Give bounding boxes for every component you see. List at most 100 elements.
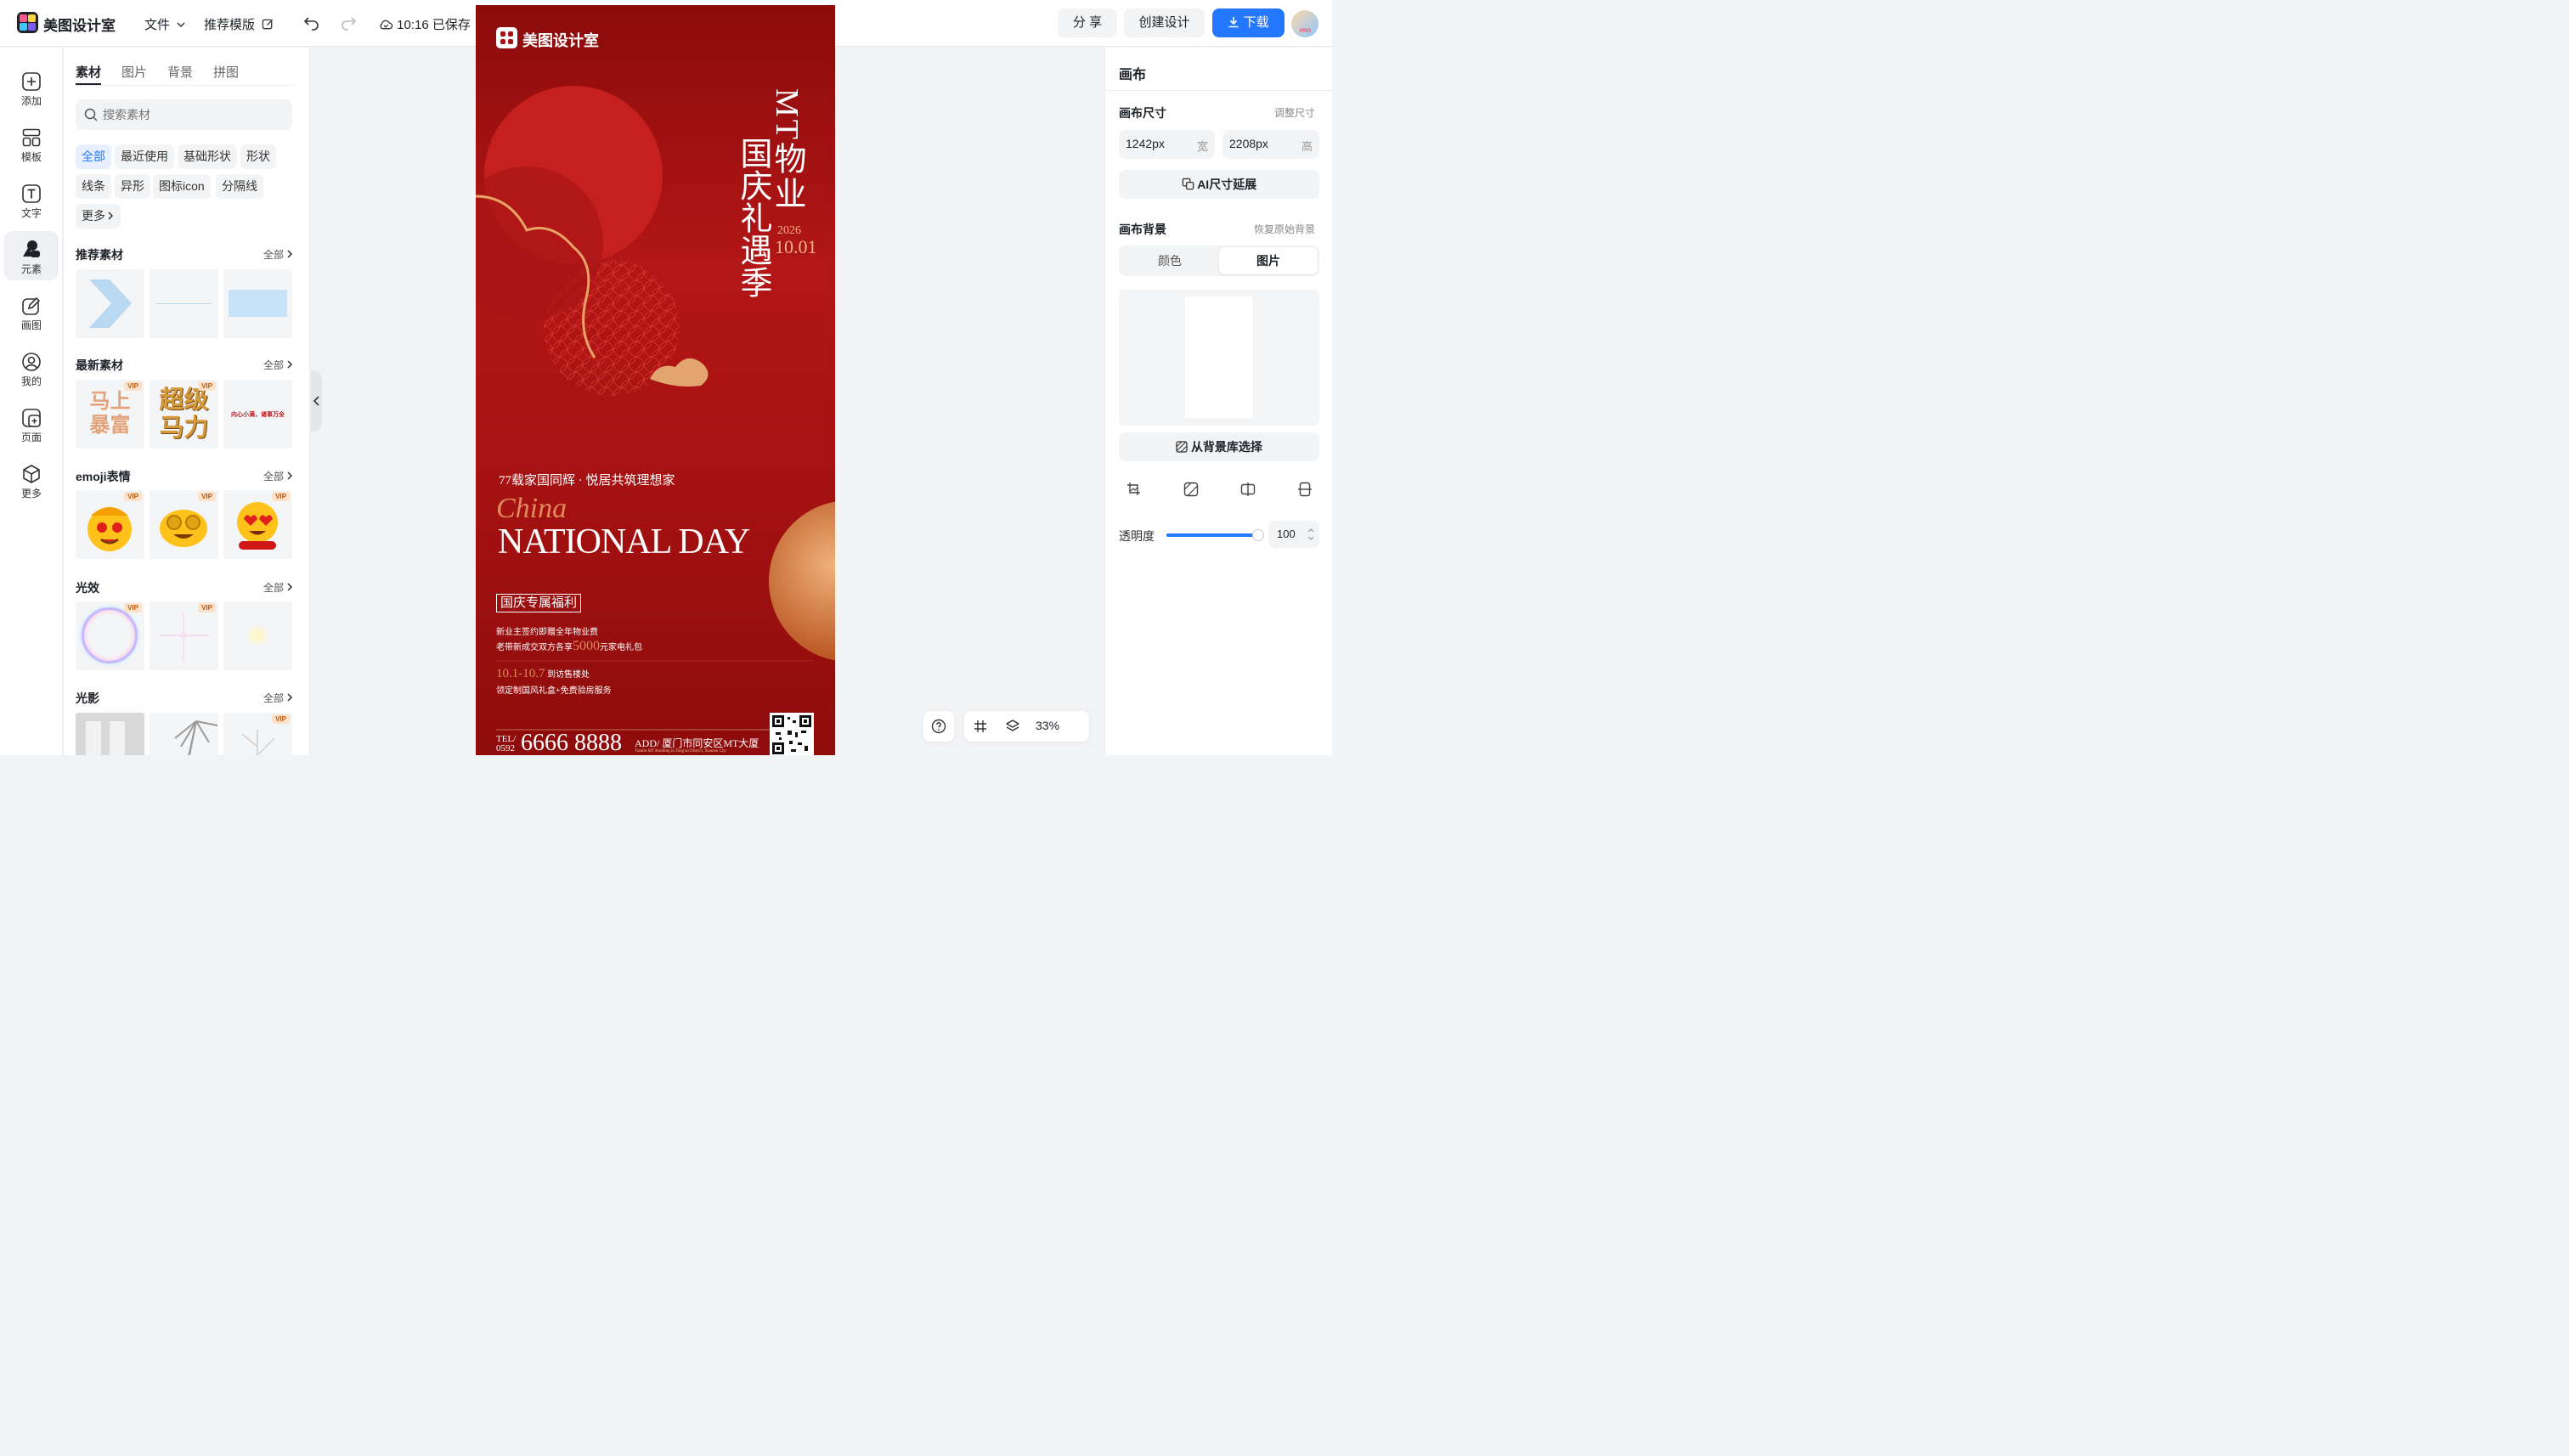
width-field[interactable]: 1242px 宽 <box>1119 130 1215 159</box>
share-button[interactable]: 分 享 <box>1058 8 1117 37</box>
tab-materials[interactable]: 素材 <box>76 63 101 81</box>
chip-icons[interactable]: 图标icon <box>153 174 211 199</box>
rail-label-elements: 元素 <box>20 263 42 275</box>
chip-all[interactable]: 全部 <box>76 144 111 169</box>
see-all-recommended[interactable]: 全部 <box>263 247 294 262</box>
help-button[interactable] <box>923 711 954 742</box>
bg-image-preview[interactable] <box>1119 290 1319 426</box>
bg-tab-color[interactable]: 颜色 <box>1121 247 1219 274</box>
grid-hash-icon[interactable] <box>973 719 988 734</box>
bg-library-button[interactable]: 从背景库选择 <box>1119 432 1319 461</box>
file-menu-label: 文件 <box>144 18 171 32</box>
wish-text: 内心小满，诸事万全 <box>231 412 285 418</box>
help-circle-icon <box>931 719 946 734</box>
asset-tile-window-shadow[interactable] <box>76 713 144 755</box>
asset-tile-leaf-shadow[interactable] <box>150 713 218 755</box>
stepper-arrows-icon[interactable] <box>1307 528 1314 541</box>
tab-backgrounds[interactable]: 背景 <box>167 63 193 81</box>
chevron-down-icon <box>177 22 185 28</box>
create-design-button[interactable]: 创建设计 <box>1124 8 1205 37</box>
rail-item-add[interactable]: 添加 <box>4 65 59 114</box>
restore-bg-link[interactable]: 恢复原始背景 <box>1254 222 1315 236</box>
chip-more-label: 更多 <box>82 209 105 223</box>
panel-collapse-handle[interactable] <box>311 370 322 432</box>
pro-badge: PRO <box>1300 29 1312 34</box>
super-text-art: 超级 马力 <box>150 387 218 443</box>
recommend-template-button[interactable]: 推荐模版 <box>204 15 274 33</box>
rail-label-more: 更多 <box>20 488 42 499</box>
layers-icon[interactable] <box>1005 719 1020 734</box>
undo-icon[interactable] <box>303 15 320 31</box>
golden-moon <box>769 501 835 661</box>
opacity-slider[interactable] <box>1166 529 1264 541</box>
image-filter-icon[interactable] <box>1183 482 1199 497</box>
window-light-shape <box>86 721 101 755</box>
asset-tile-wish-text[interactable]: 内心小满，诸事万全 <box>223 380 292 449</box>
design-canvas-poster[interactable]: 美图设计室 MT物业 国庆礼遇季 2026 10.01 77载家国同辉 · 悦居… <box>476 5 835 755</box>
flip-horizontal-icon[interactable] <box>1240 482 1256 497</box>
chip-recent[interactable]: 最近使用 <box>115 144 174 169</box>
asset-tile-sparkle[interactable]: VIP <box>150 601 218 670</box>
rail-label-page: 页面 <box>20 432 42 443</box>
resize-link[interactable]: 调整尺寸 <box>1274 105 1315 120</box>
zoom-level[interactable]: 33% <box>1036 719 1059 732</box>
see-all-light-effects[interactable]: 全部 <box>263 580 294 595</box>
asset-tile-line[interactable] <box>150 269 218 338</box>
asset-tile-branch-shadow[interactable]: VIP <box>223 713 292 755</box>
poster-benefit-title: 国庆专属福利 <box>496 594 582 612</box>
poster-headline: NATIONAL DAY <box>498 522 750 562</box>
poster-script: China <box>496 493 567 524</box>
benefit-amount: 5000 <box>573 639 600 653</box>
download-button[interactable]: 下载 <box>1212 8 1284 37</box>
height-field[interactable]: 2208px 高 <box>1222 130 1319 159</box>
avatar[interactable]: PRO <box>1291 10 1318 37</box>
asset-tile-rectangle[interactable] <box>223 269 292 338</box>
chip-irregular[interactable]: 异形 <box>115 174 150 199</box>
chip-lines[interactable]: 线条 <box>76 174 111 199</box>
see-all-newest[interactable]: 全部 <box>263 358 294 372</box>
asset-tile-emoji-money-hat[interactable]: VIP <box>76 490 144 559</box>
rail-item-elements[interactable]: 元素 <box>4 231 59 280</box>
chip-more[interactable]: 更多 <box>76 204 121 229</box>
bg-tab-image[interactable]: 图片 <box>1219 247 1318 274</box>
tab-images[interactable]: 图片 <box>121 63 147 81</box>
section-title-light-effects: 光效 <box>76 581 99 595</box>
app-name[interactable]: 美图设计室 <box>43 14 116 35</box>
rail-item-mine[interactable]: 我的 <box>4 345 59 394</box>
crop-icon[interactable] <box>1126 482 1142 497</box>
ai-extend-button[interactable]: AI尺寸延展 <box>1119 170 1319 199</box>
vip-badge: VIP <box>198 603 216 612</box>
asset-tile-bubble-ring[interactable]: VIP <box>76 601 144 670</box>
vip-badge: VIP <box>124 381 142 391</box>
opacity-slider-thumb[interactable] <box>1252 529 1264 541</box>
see-all-emoji[interactable]: 全部 <box>263 469 294 483</box>
asset-tile-lucky-text[interactable]: 马上 暴富 VIP <box>76 380 144 449</box>
rail-item-page[interactable]: 页面 <box>4 401 59 450</box>
see-all-light-shadow[interactable]: 全部 <box>263 691 294 705</box>
search-icon <box>84 108 98 121</box>
section-title-newest: 最新素材 <box>76 358 123 372</box>
rail-item-template[interactable]: 模板 <box>4 121 59 170</box>
search-box[interactable] <box>76 99 292 130</box>
asset-tile-emoji-coin-eyes[interactable]: VIP <box>150 490 218 559</box>
asset-tile-super-text[interactable]: 超级 马力 VIP <box>150 380 218 449</box>
rail-item-text[interactable]: 文字 <box>4 177 59 226</box>
super-text-bottom: 马力 <box>159 415 209 442</box>
tab-collage[interactable]: 拼图 <box>213 63 239 81</box>
asset-tile-glow[interactable] <box>223 601 292 670</box>
poster-address: ADD/ 厦门市同安区MT大厦 <box>635 737 759 749</box>
opacity-input[interactable]: 100 <box>1268 521 1319 548</box>
chip-dividers[interactable]: 分隔线 <box>216 174 263 199</box>
chip-basic-shapes[interactable]: 基础形状 <box>178 144 237 169</box>
asset-tile-emoji-heart-eyes[interactable]: VIP <box>223 490 292 559</box>
rail-item-draw[interactable]: 画图 <box>4 289 59 338</box>
poster-tel-label: TEL/0592 <box>496 735 516 753</box>
file-menu[interactable]: 文件 <box>144 15 186 33</box>
search-input[interactable] <box>103 99 281 130</box>
redo-icon[interactable] <box>340 15 357 31</box>
download-label: 下载 <box>1243 15 1269 30</box>
asset-tile-chevron[interactable] <box>76 269 144 338</box>
flip-vertical-icon[interactable] <box>1297 482 1313 497</box>
rail-item-more[interactable]: 更多 <box>4 457 59 506</box>
chip-shapes[interactable]: 形状 <box>240 144 276 169</box>
